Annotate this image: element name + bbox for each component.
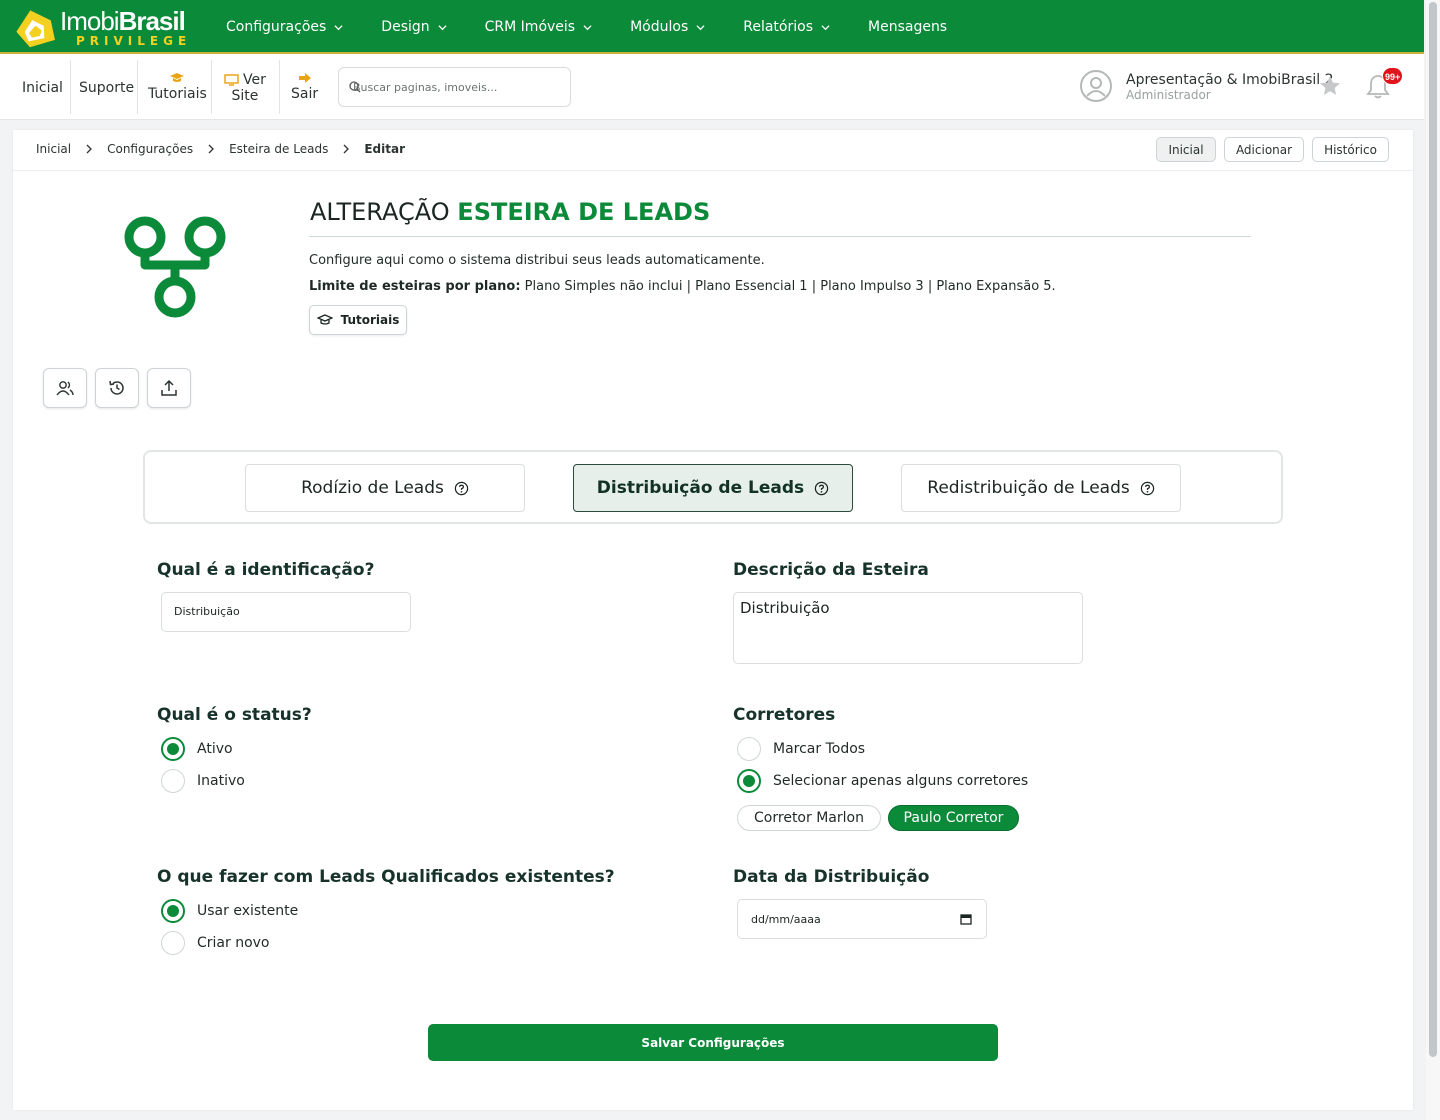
adicionar-button[interactable]: Adicionar [1224, 137, 1304, 162]
top-navbar: ImobiBrasil PRIVILEGE Configurações Desi… [0, 0, 1424, 54]
date-placeholder: dd/mm/aaaa [751, 913, 821, 926]
radio-button[interactable] [737, 769, 761, 793]
menu-modulos[interactable]: Módulos [630, 19, 705, 35]
upload-icon [161, 379, 177, 396]
brokers-option-some[interactable]: Selecionar apenas alguns corretores [737, 769, 1028, 793]
brokers-label: Corretores [733, 705, 836, 725]
menu-mensagens[interactable]: Mensagens [868, 19, 947, 35]
breadcrumb-current: Editar [364, 142, 405, 156]
broker-chip[interactable]: Corretor Marlon [737, 805, 881, 831]
scrollbar-thumb[interactable] [1429, 2, 1437, 1057]
identification-input[interactable]: Distribuição [161, 592, 411, 632]
link-suporte[interactable]: Suporte [79, 80, 134, 96]
status-option-inativo[interactable]: Inativo [161, 769, 245, 793]
chevron-down-icon [438, 24, 447, 30]
divider [279, 60, 280, 114]
users-icon [56, 381, 74, 396]
identification-label: Qual é a identificação? [157, 560, 375, 580]
house-logo-icon [16, 10, 55, 48]
historico-button[interactable]: Histórico [1312, 137, 1389, 162]
description-textarea[interactable]: Distribuição [733, 592, 1083, 664]
radio-button[interactable] [737, 737, 761, 761]
notification-badge: 99+ [1382, 67, 1404, 85]
link-tutoriais[interactable]: Tutoriais [148, 72, 207, 102]
history-button[interactable] [95, 368, 139, 408]
search-input[interactable] [353, 78, 553, 96]
menu-relatorios[interactable]: Relatórios [743, 19, 830, 35]
divider [137, 60, 138, 114]
qualified-option-existing[interactable]: Usar existente [161, 899, 298, 923]
chevron-down-icon [821, 24, 830, 30]
brand-tagline: PRIVILEGE [76, 34, 192, 48]
star-icon[interactable] [1318, 74, 1342, 98]
mode-tabs: Rodízio de Leads Distribuição de Leads R… [143, 450, 1283, 524]
status-option-ativo[interactable]: Ativo [161, 737, 233, 761]
brand-logo[interactable]: ImobiBrasil PRIVILEGE [12, 4, 192, 50]
tab-rodizio[interactable]: Rodízio de Leads [245, 464, 525, 512]
graduation-cap-icon [170, 73, 185, 82]
calendar-icon[interactable] [960, 913, 972, 925]
radio-button[interactable] [161, 899, 185, 923]
help-icon[interactable] [454, 481, 469, 496]
chevron-right-icon [343, 144, 350, 154]
link-sair[interactable]: Sair [291, 72, 318, 102]
radio-button[interactable] [161, 737, 185, 761]
date-label: Data da Distribuição [733, 867, 930, 887]
status-label: Qual é o status? [157, 705, 312, 725]
description-label: Descrição da Esteira [733, 560, 929, 580]
monitor-icon [224, 74, 239, 86]
divider [13, 170, 1413, 171]
tutorials-button[interactable]: Tutoriais [309, 305, 407, 335]
help-icon[interactable] [814, 481, 829, 496]
chevron-down-icon [334, 24, 343, 30]
search-box[interactable] [338, 67, 571, 107]
divider [309, 236, 1251, 237]
chevron-right-icon [86, 144, 93, 154]
history-icon [109, 380, 124, 395]
breadcrumb-item[interactable]: Esteira de Leads [229, 142, 328, 156]
brand-name: ImobiBrasil [60, 6, 186, 36]
qualified-leads-label: O que fazer com Leads Qualificados exist… [157, 867, 615, 887]
tab-distribuicao[interactable]: Distribuição de Leads [573, 464, 853, 512]
sign-out-icon [298, 73, 311, 83]
broker-chip[interactable]: Paulo Corretor [888, 805, 1019, 831]
chevron-right-icon [208, 144, 214, 154]
divider [211, 60, 212, 114]
chevron-down-icon [583, 24, 592, 30]
chevron-down-icon [696, 24, 705, 30]
page-description: Configure aqui como o sistema distribui … [309, 253, 765, 268]
help-icon[interactable] [1140, 481, 1155, 496]
secondary-toolbar: Inicial Suporte Tutoriais Ver Site Sair … [0, 54, 1424, 120]
graduation-cap-icon [316, 314, 333, 325]
radio-button[interactable] [161, 769, 185, 793]
date-input[interactable]: dd/mm/aaaa [737, 899, 987, 939]
radio-button[interactable] [161, 931, 185, 955]
link-ver-site[interactable]: Ver Site [224, 72, 266, 104]
brokers-option-all[interactable]: Marcar Todos [737, 737, 865, 761]
scrollbar[interactable] [1426, 0, 1440, 1120]
menu-configuracoes[interactable]: Configurações [226, 19, 343, 35]
menu-design[interactable]: Design [381, 19, 447, 35]
breadcrumb-item[interactable]: Configurações [107, 142, 193, 156]
user-avatar-icon[interactable] [1080, 70, 1112, 102]
plan-limits: Limite de esteiras por plano: Plano Simp… [309, 279, 1056, 294]
save-settings-button[interactable]: Salvar Configurações [428, 1024, 998, 1061]
user-role: Administrador [1126, 88, 1211, 102]
breadcrumb: Inicial Configurações Esteira de Leads E… [36, 142, 419, 156]
lead-flow-icon [124, 216, 226, 318]
link-inicial[interactable]: Inicial [22, 80, 63, 96]
menu-crm-imoveis[interactable]: CRM Imóveis [485, 19, 592, 35]
users-button[interactable] [43, 368, 87, 408]
inicial-button[interactable]: Inicial [1156, 137, 1216, 162]
page-title: ALTERAÇÃO ESTEIRA DE LEADS [310, 198, 711, 226]
content-card: Inicial Configurações Esteira de Leads E… [13, 130, 1413, 1110]
export-button[interactable] [147, 368, 191, 408]
user-name[interactable]: Apresentação & ImobiBrasil 2 [1126, 72, 1334, 88]
divider [70, 60, 71, 114]
breadcrumb-item[interactable]: Inicial [36, 142, 71, 156]
main-menu: Configurações Design CRM Imóveis Módulos… [226, 0, 985, 54]
qualified-option-new[interactable]: Criar novo [161, 931, 270, 955]
tab-redistribuicao[interactable]: Redistribuição de Leads [901, 464, 1181, 512]
